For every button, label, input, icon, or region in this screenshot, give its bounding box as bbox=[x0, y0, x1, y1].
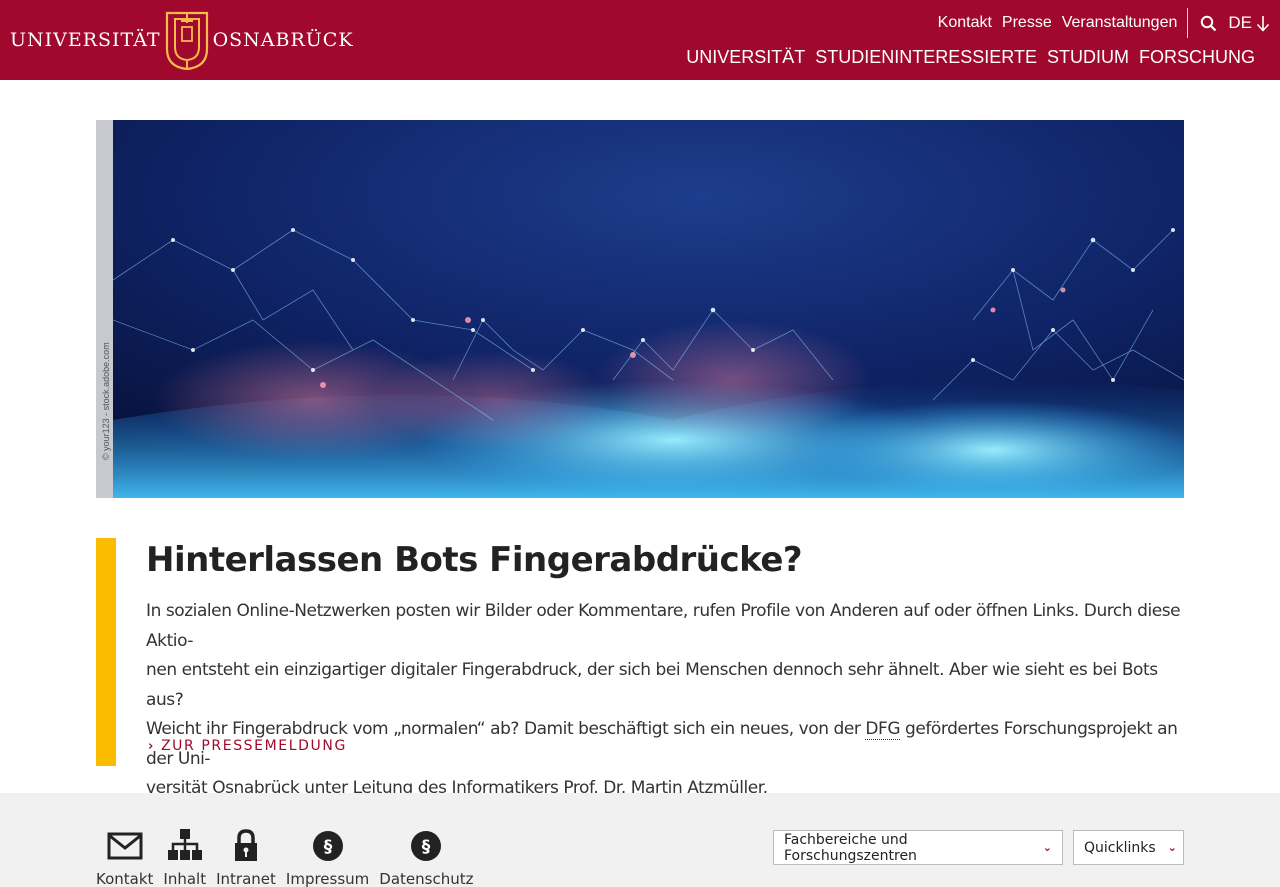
faculties-dropdown-label: Fachbereiche und Forschungszentren bbox=[784, 831, 917, 864]
site-header: UNIVERSITÄT OSNABRÜCK Kontakt Presse Ver… bbox=[0, 0, 1280, 80]
meta-link-veranstaltungen[interactable]: Veranstaltungen bbox=[1062, 14, 1178, 32]
dfg-abbreviation[interactable]: DFG bbox=[865, 719, 901, 740]
meta-link-kontakt[interactable]: Kontakt bbox=[938, 14, 992, 32]
nav-forschung[interactable]: FORSCHUNG bbox=[1139, 47, 1255, 68]
university-logo[interactable]: UNIVERSITÄT OSNABRÜCK bbox=[10, 8, 354, 72]
chevron-down-icon: ⌄ bbox=[1042, 841, 1052, 854]
main-navigation: UNIVERSITÄT STUDIENINTERESSIERTE STUDIUM… bbox=[676, 47, 1255, 68]
nav-studium[interactable]: STUDIUM bbox=[1047, 47, 1129, 68]
press-release-link-label: ZUR PRESSEMELDUNG bbox=[160, 738, 347, 754]
teaser-title: Hinterlassen Bots Fingerabdrücke? bbox=[146, 540, 803, 580]
meta-navigation: Kontakt Presse Veranstaltungen DE bbox=[928, 8, 1270, 38]
teaser-text: In sozialen Online-Netzwerken posten wir… bbox=[146, 597, 1186, 804]
language-switcher[interactable]: DE bbox=[1228, 13, 1270, 33]
quicklinks-dropdown[interactable]: Quicklinks ⌄ bbox=[1073, 830, 1184, 865]
logo-text-left: UNIVERSITÄT bbox=[10, 29, 161, 51]
footer-link-label: Datenschutz bbox=[379, 870, 474, 887]
press-release-link[interactable]: › ZUR PRESSEMELDUNG bbox=[148, 738, 347, 754]
paragraph-icon: § bbox=[411, 831, 442, 861]
logo-emblem-icon bbox=[165, 11, 208, 71]
hero-network-image bbox=[113, 120, 1184, 498]
language-label: DE bbox=[1228, 13, 1252, 32]
nav-studieninteressierte[interactable]: STUDIENINTERESSIERTE bbox=[815, 47, 1037, 68]
footer-link-kontakt[interactable]: Kontakt bbox=[96, 828, 153, 887]
footer-link-datenschutz[interactable]: § Datenschutz bbox=[379, 828, 473, 887]
chevron-down-icon: ⌄ bbox=[1167, 841, 1177, 854]
image-credit-bar: © your123 - stock.adobe.com bbox=[96, 120, 113, 498]
footer-link-label: Inhalt bbox=[163, 870, 207, 887]
faculties-dropdown[interactable]: Fachbereiche und Forschungszentren ⌄ bbox=[773, 830, 1063, 865]
paragraph-icon: § bbox=[312, 831, 343, 861]
chevron-right-icon: › bbox=[148, 738, 155, 754]
footer-link-impressum[interactable]: § Impressum bbox=[286, 828, 369, 887]
image-credit: © your123 - stock.adobe.com bbox=[101, 342, 111, 460]
sitemap-icon bbox=[167, 829, 202, 860]
svg-text:§: § bbox=[323, 837, 332, 857]
envelope-icon bbox=[107, 832, 143, 860]
teaser-accent-bar bbox=[96, 538, 116, 766]
meta-divider bbox=[1187, 8, 1189, 38]
quicklinks-dropdown-label: Quicklinks bbox=[1084, 839, 1156, 856]
lock-icon bbox=[235, 829, 257, 861]
arrow-down-icon bbox=[1256, 15, 1270, 32]
footer-link-label: Kontakt bbox=[96, 870, 154, 887]
footer-service-links: Kontakt Inhalt Intranet § Impressum § Da… bbox=[96, 828, 483, 887]
nav-universitaet[interactable]: UNIVERSITÄT bbox=[686, 47, 805, 68]
search-icon[interactable] bbox=[1198, 13, 1218, 33]
teaser-line: In sozialen Online-Netzwerken posten wir… bbox=[146, 601, 1181, 651]
site-footer: Kontakt Inhalt Intranet § Impressum § Da… bbox=[0, 793, 1280, 887]
footer-link-label: Intranet bbox=[216, 870, 276, 887]
teaser-text-segment: Weicht ihr Fingerabdruck vom „normalen“ … bbox=[146, 719, 866, 739]
svg-text:§: § bbox=[422, 837, 431, 857]
hero-image-block: © your123 - stock.adobe.com bbox=[96, 120, 1184, 498]
footer-link-inhalt[interactable]: Inhalt bbox=[163, 828, 206, 887]
teaser-line: nen entsteht ein einzigartiger digitaler… bbox=[146, 660, 1158, 710]
meta-link-presse[interactable]: Presse bbox=[1002, 14, 1052, 32]
footer-link-label: Impressum bbox=[285, 870, 370, 887]
logo-text-right: OSNABRÜCK bbox=[212, 29, 354, 51]
footer-link-intranet[interactable]: Intranet bbox=[216, 828, 276, 887]
